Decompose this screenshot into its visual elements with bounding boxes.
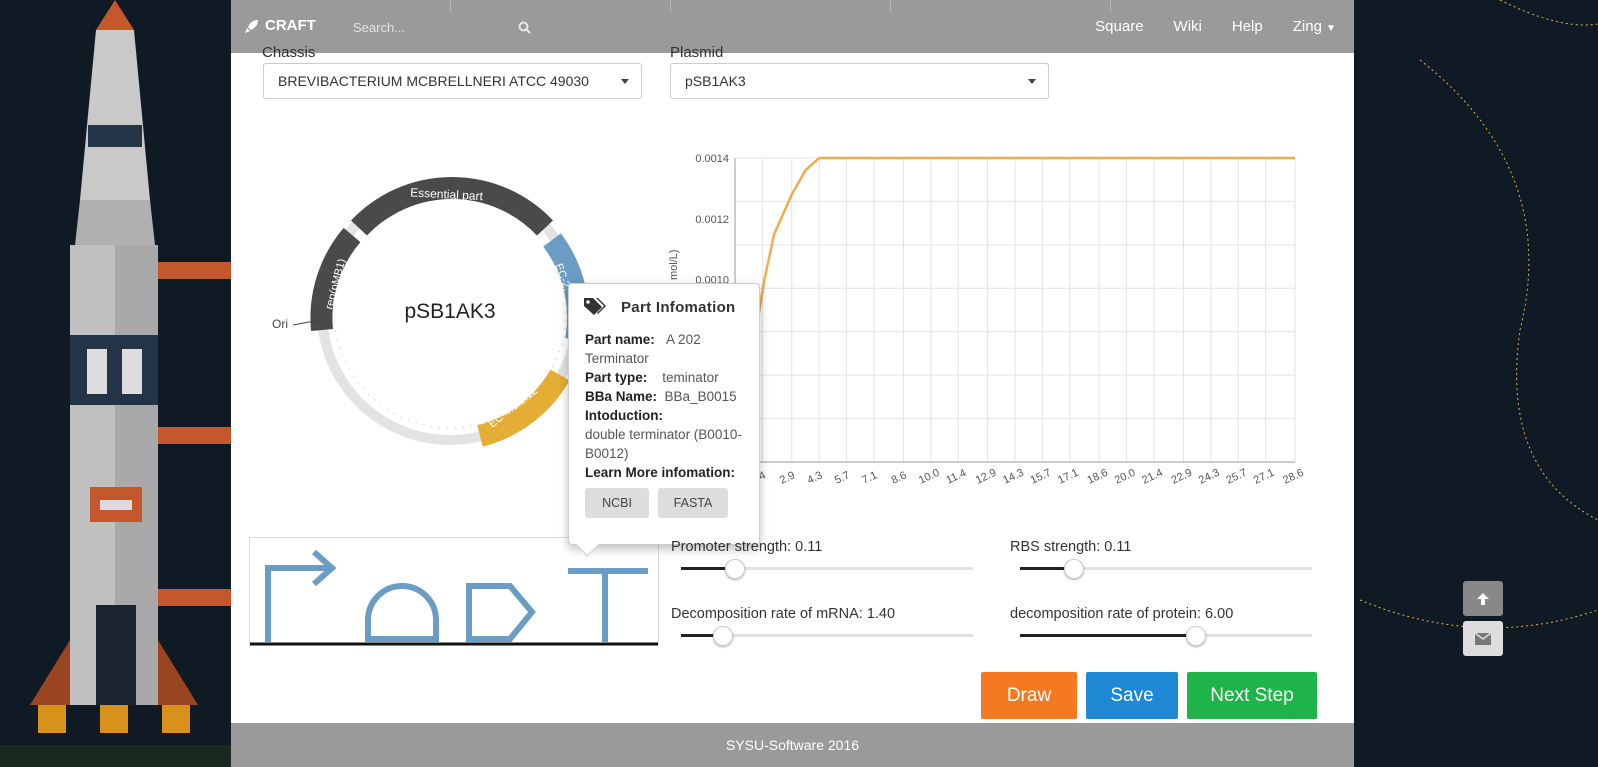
user-menu[interactable]: Zing ▼ xyxy=(1293,18,1336,35)
contact-button[interactable] xyxy=(1463,621,1503,656)
learn-more-text: Learn More infomation: xyxy=(585,465,736,480)
search-icon[interactable] xyxy=(518,21,531,34)
save-button[interactable]: Save xyxy=(1086,672,1178,719)
plasmid-value: pSB1AK3 xyxy=(685,73,746,89)
plasmid-name: pSB1AK3 xyxy=(404,300,495,323)
footer: SYSU-Software 2016 xyxy=(231,723,1354,767)
learn-more-label: Learn More infomation: xyxy=(585,464,735,482)
tab-divider xyxy=(450,0,451,12)
tab-divider xyxy=(670,0,671,12)
user-name: Zing xyxy=(1292,18,1322,35)
part-name-row: Part name: A 202 xyxy=(585,331,701,349)
tab-divider xyxy=(1110,0,1111,12)
mrna-decomp-label: Decomposition rate of mRNA: 1.40 xyxy=(671,606,896,622)
x-tick-label: 25.7 xyxy=(1224,467,1248,487)
rbs-strength-slider[interactable] xyxy=(1020,559,1312,579)
slider-handle[interactable] xyxy=(724,559,745,579)
caret-down-icon xyxy=(1028,79,1036,84)
arrow-up-icon xyxy=(1477,592,1489,605)
part-name-value: A 202 xyxy=(666,332,701,347)
plasmid-label: Plasmid xyxy=(670,44,724,61)
intro-line-1: double terminator (B0010- xyxy=(585,427,742,442)
slider-fill xyxy=(1020,634,1196,637)
search-box[interactable] xyxy=(351,16,531,38)
protein-decomp-label: decomposition rate of protein: 6.00 xyxy=(1010,606,1234,622)
intro-line-2: B0012) xyxy=(585,446,629,461)
caret-down-icon: ▼ xyxy=(1326,23,1336,34)
slider-handle[interactable] xyxy=(712,626,733,646)
x-tick-label: 18.6 xyxy=(1085,467,1109,487)
x-tick-label: 15.7 xyxy=(1029,467,1053,487)
caret-down-icon xyxy=(621,79,629,84)
intro-label: Intoduction: xyxy=(585,407,663,425)
x-tick-label: 17.1 xyxy=(1056,467,1080,487)
y-tick-label: 0.0014 xyxy=(695,153,729,165)
draw-button[interactable]: Draw xyxy=(981,672,1077,719)
nav-links: Square Wiki Help Zing ▼ xyxy=(1095,18,1336,35)
ori-label: Ori xyxy=(272,317,288,331)
circuit-canvas xyxy=(249,537,659,646)
x-tick-label: 8.6 xyxy=(890,469,909,486)
terminator-icon[interactable] xyxy=(568,568,648,642)
search-input[interactable] xyxy=(351,18,505,36)
x-tick-label: 5.7 xyxy=(833,469,852,486)
y-tick-label: 0.0012 xyxy=(695,214,729,226)
x-tick-label: 22.9 xyxy=(1170,467,1194,487)
brand-logo[interactable]: CRAFT xyxy=(245,17,316,34)
brand-name: CRAFT xyxy=(265,17,316,34)
part-info-popover: Part Infomation Part name: A 202 Termina… xyxy=(568,283,760,557)
tab-divider xyxy=(890,0,891,12)
x-tick-label: 10.0 xyxy=(917,467,941,487)
x-tick-label: 24.3 xyxy=(1197,467,1221,487)
chassis-select[interactable]: BREVIBACTERIUM MCBRELLNERI ATCC 49030 xyxy=(263,63,642,99)
x-tick-label: 21.4 xyxy=(1140,467,1164,487)
x-tick-label: 2.9 xyxy=(778,469,797,486)
part-type-value: teminator xyxy=(662,370,719,385)
part-name-label: Part name: xyxy=(585,332,655,347)
mrna-decomp-slider[interactable] xyxy=(681,626,973,646)
popover-title: Part Infomation xyxy=(621,299,736,316)
slider-handle[interactable] xyxy=(1063,559,1084,579)
nav-link-help[interactable]: Help xyxy=(1232,18,1263,35)
chart-ylabel: mol/L) xyxy=(668,249,680,280)
bba-value: BBa_B0015 xyxy=(664,389,737,404)
x-tick-label: 11.4 xyxy=(944,467,968,487)
nav-link-wiki[interactable]: Wiki xyxy=(1174,18,1202,35)
x-tick-label: 28.6 xyxy=(1281,467,1305,487)
promoter-strength-slider[interactable] xyxy=(681,559,973,579)
bba-row: BBa Name: BBa_B0015 xyxy=(585,388,737,406)
cds-icon[interactable] xyxy=(466,583,536,642)
nav-link-square[interactable]: Square xyxy=(1095,18,1143,35)
next-step-button[interactable]: Next Step xyxy=(1187,672,1317,719)
chassis-value: BREVIBACTERIUM MCBRELLNERI ATCC 49030 xyxy=(278,73,589,89)
part-type-label: Part type: xyxy=(585,370,648,385)
fasta-button[interactable]: FASTA xyxy=(658,488,728,518)
intro-label-text: Intoduction: xyxy=(585,408,663,423)
part-type-row: Part type: teminator xyxy=(585,369,719,387)
x-tick-label: 20.0 xyxy=(1113,467,1137,487)
bba-label: BBa Name: xyxy=(585,389,658,404)
promoter-strength-label: Promoter strength: 0.11 xyxy=(671,539,823,555)
plasmid-select[interactable]: pSB1AK3 xyxy=(670,63,1049,99)
rbs-strength-label: RBS strength: 0.11 xyxy=(1010,539,1132,555)
chart-grid xyxy=(734,157,1296,463)
x-tick-label: 4.3 xyxy=(805,469,824,486)
x-tick-label: 12.9 xyxy=(974,467,998,487)
chassis-label: Chassis xyxy=(262,44,316,61)
protein-decomp-slider[interactable] xyxy=(1020,626,1312,646)
tags-icon xyxy=(584,298,606,315)
rocket-icon xyxy=(245,19,258,33)
circuit-diagram xyxy=(250,549,658,646)
rbs-icon[interactable] xyxy=(365,583,439,642)
navbar: CRAFT Square Wiki Help Zing ▼ xyxy=(231,0,1354,53)
scroll-top-button[interactable] xyxy=(1463,581,1503,616)
envelope-icon xyxy=(1475,632,1491,645)
plasmid-map: Ori Essential part rep(pMB1) EC-2. EC-4.… xyxy=(272,177,589,447)
x-tick-label: 7.1 xyxy=(860,469,879,486)
x-tick-label: 27.1 xyxy=(1252,467,1276,487)
x-tick-label: 14.3 xyxy=(1001,467,1025,487)
part-name-cont: Terminator xyxy=(585,351,649,366)
ncbi-button[interactable]: NCBI xyxy=(585,488,649,518)
